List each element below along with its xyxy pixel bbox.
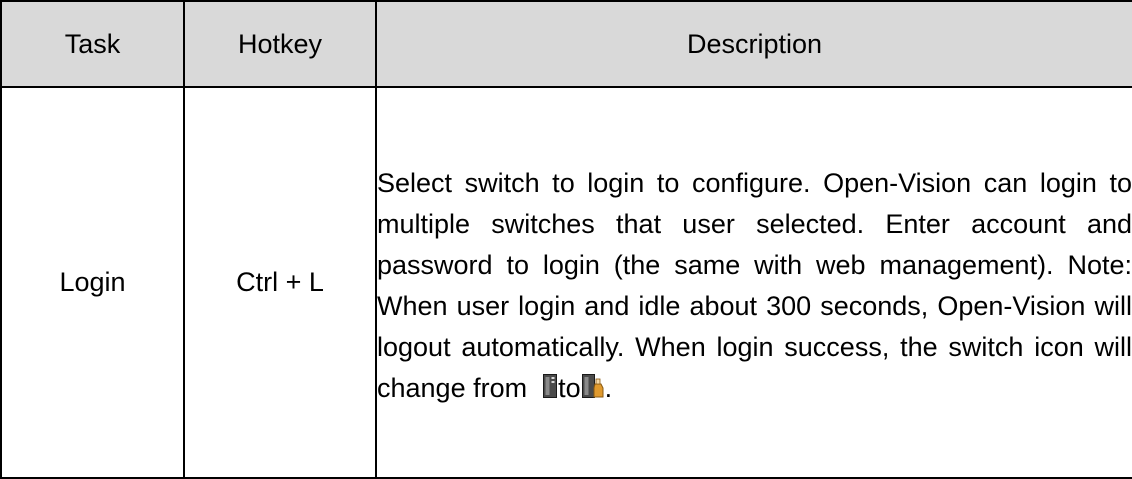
description-text: Select switch to login to configure. Ope… bbox=[377, 163, 1132, 411]
hotkey-table: Task Hotkey Description Login Ctrl + L S… bbox=[0, 0, 1132, 479]
switch-logged-in-icon bbox=[581, 370, 605, 411]
header-description: Description bbox=[375, 0, 1132, 88]
hotkey-cell: Ctrl + L bbox=[183, 86, 377, 479]
header-hotkey: Hotkey bbox=[183, 0, 377, 88]
description-joiner: to bbox=[558, 372, 581, 403]
description-end: . bbox=[604, 372, 613, 403]
table-body: Login Ctrl + L Select switch to login to… bbox=[0, 86, 1132, 479]
task-cell: Login bbox=[0, 86, 185, 479]
table-header: Task Hotkey Description bbox=[0, 0, 1132, 88]
header-task: Task bbox=[0, 0, 185, 88]
description-main: Select switch to login to configure. Ope… bbox=[377, 167, 1132, 403]
description-cell: Select switch to login to configure. Ope… bbox=[375, 86, 1132, 479]
switch-logged-out-icon bbox=[542, 370, 558, 411]
header-row: Task Hotkey Description bbox=[0, 0, 1132, 88]
table-row: Login Ctrl + L Select switch to login to… bbox=[0, 86, 1132, 479]
